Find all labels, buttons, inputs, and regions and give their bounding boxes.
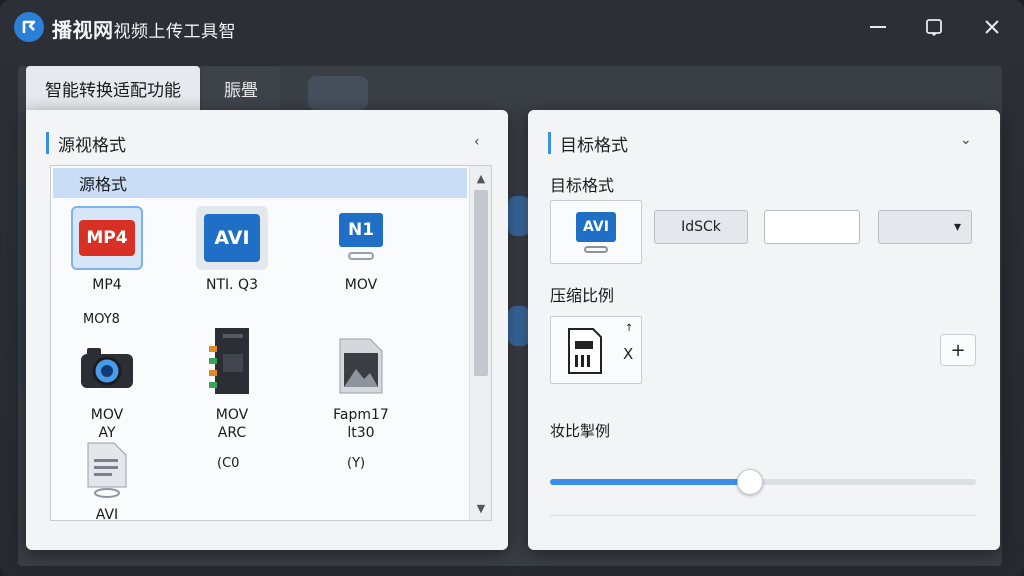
mp4-icon: MP4 <box>71 206 143 270</box>
mov-badge: N1 <box>339 213 383 247</box>
app-title-sub: 视频上传工具智 <box>113 22 236 42</box>
list-scrollbar[interactable]: ▲ ▼ <box>469 166 491 520</box>
target-format-label: 目标格式 <box>550 176 615 195</box>
maximize-button[interactable] <box>918 12 950 42</box>
mov-icon: N1 <box>325 206 397 270</box>
scroll-down-icon[interactable]: ▼ <box>470 498 492 518</box>
tile-label: Fapm17 <box>333 407 389 423</box>
loose-label: (C0 <box>217 456 240 471</box>
format-tile-mp4[interactable]: MP4 MP4 <box>57 206 157 294</box>
app-window: 播视网视频上传工具智 智能转换适配功能 脤舋 源视格式 ‹ 源格式 MP4 MP… <box>0 0 1024 576</box>
arrow-up-icon: ↑ <box>625 323 634 334</box>
image-file-icon <box>325 332 397 400</box>
maximize-icon <box>926 19 942 36</box>
avi-badge: AVI <box>576 211 616 242</box>
title-bar[interactable]: 播视网视频上传工具智 <box>0 0 1024 56</box>
tile-label: NTI. Q3 <box>206 277 258 293</box>
compress-selector[interactable]: ↑ X <box>550 316 642 384</box>
loose-label: (Y) <box>347 456 366 471</box>
sd-card-icon <box>568 328 602 374</box>
list-header: 源格式 <box>53 168 467 198</box>
app-title-main: 播视网 <box>52 18 114 42</box>
tab-smart-convert[interactable]: 智能转换适配功能 <box>26 66 200 110</box>
loose-label: MOY8 <box>83 312 120 327</box>
target-panel-title: 目标格式 <box>560 135 628 156</box>
source-panel-title: 源视格式 <box>58 135 126 156</box>
tile-label: MOV <box>90 407 124 423</box>
tile-label-2: ARC <box>217 425 247 441</box>
tile-label: MOV <box>344 277 378 293</box>
accent-bar <box>46 132 49 154</box>
document-icon <box>71 440 143 500</box>
target-format-selector[interactable]: AVI <box>550 200 642 264</box>
format-code-value: IdSCk <box>681 219 721 235</box>
format-tile-document[interactable]: AVI <box>57 440 157 524</box>
avi-icon: AVI <box>576 211 616 253</box>
slider-fill <box>550 479 751 485</box>
format-tile-image[interactable]: Fapm17 lt30 <box>311 332 411 442</box>
film-strip-icon <box>196 322 268 400</box>
format-tile-film[interactable]: MOV ARC <box>182 322 282 442</box>
accent-bar <box>548 132 551 154</box>
compress-ratio-label: 压缩比例 <box>550 286 615 305</box>
tab-label: 脤舋 <box>224 80 258 101</box>
tab-secondary[interactable]: 脤舋 <box>202 66 280 110</box>
slider-thumb[interactable] <box>737 469 764 495</box>
add-button[interactable]: + <box>940 334 976 366</box>
option-dropdown[interactable]: ▾ <box>878 210 972 244</box>
ratio-slider[interactable] <box>550 469 976 495</box>
avi-badge: AVI <box>204 214 260 262</box>
plus-icon: + <box>950 339 966 361</box>
source-panel-header: 源视格式 <box>46 130 126 156</box>
avi-icon: AVI <box>196 206 268 270</box>
minimize-icon <box>870 26 886 28</box>
source-format-list[interactable]: 源格式 MP4 MP4 AVI NTI. Q3 N1 MOV MOY8 MOV … <box>50 165 492 524</box>
scroll-up-icon[interactable]: ▲ <box>470 168 492 188</box>
tile-label: MP4 <box>92 277 122 293</box>
tab-label: 智能转换适配功能 <box>45 80 181 101</box>
target-panel-header: 目标格式 <box>548 130 628 156</box>
compress-x-label: X <box>623 345 634 363</box>
format-code-field[interactable]: IdSCk <box>654 210 748 244</box>
divider <box>550 515 976 516</box>
camera-icon <box>71 336 143 400</box>
slider-label: 妆比掣例 <box>550 422 611 440</box>
collapse-icon[interactable]: ‹ <box>474 134 480 150</box>
tile-label: AVI <box>95 507 119 523</box>
format-tile-avi[interactable]: AVI NTI. Q3 <box>182 206 282 294</box>
value-input[interactable] <box>764 210 860 244</box>
list-header-label: 源格式 <box>79 175 128 194</box>
target-format-panel: 目标格式 ⌄ 目标格式 AVI IdSCk ▾ 压缩比例 ↑ X + 妆比掣例 <box>528 110 1000 550</box>
scroll-thumb[interactable] <box>474 190 488 376</box>
app-title: 播视网视频上传工具智 <box>52 14 236 43</box>
close-button[interactable] <box>976 12 1008 42</box>
source-format-panel: 源视格式 ‹ 源格式 MP4 MP4 AVI NTI. Q3 N1 MOV MO… <box>26 110 508 550</box>
format-tile-mov[interactable]: N1 MOV <box>311 206 411 294</box>
close-icon <box>985 20 999 34</box>
dropdown-arrow-icon: ▾ <box>953 219 961 235</box>
minimize-button[interactable] <box>862 12 894 42</box>
chevron-down-icon[interactable]: ⌄ <box>960 132 972 148</box>
mp4-badge: MP4 <box>79 220 135 256</box>
app-logo-icon <box>14 12 44 42</box>
tile-label: MOV <box>215 407 249 423</box>
format-tile-camera[interactable]: MOV AY <box>57 336 157 442</box>
tile-label-2: lt30 <box>347 425 375 441</box>
